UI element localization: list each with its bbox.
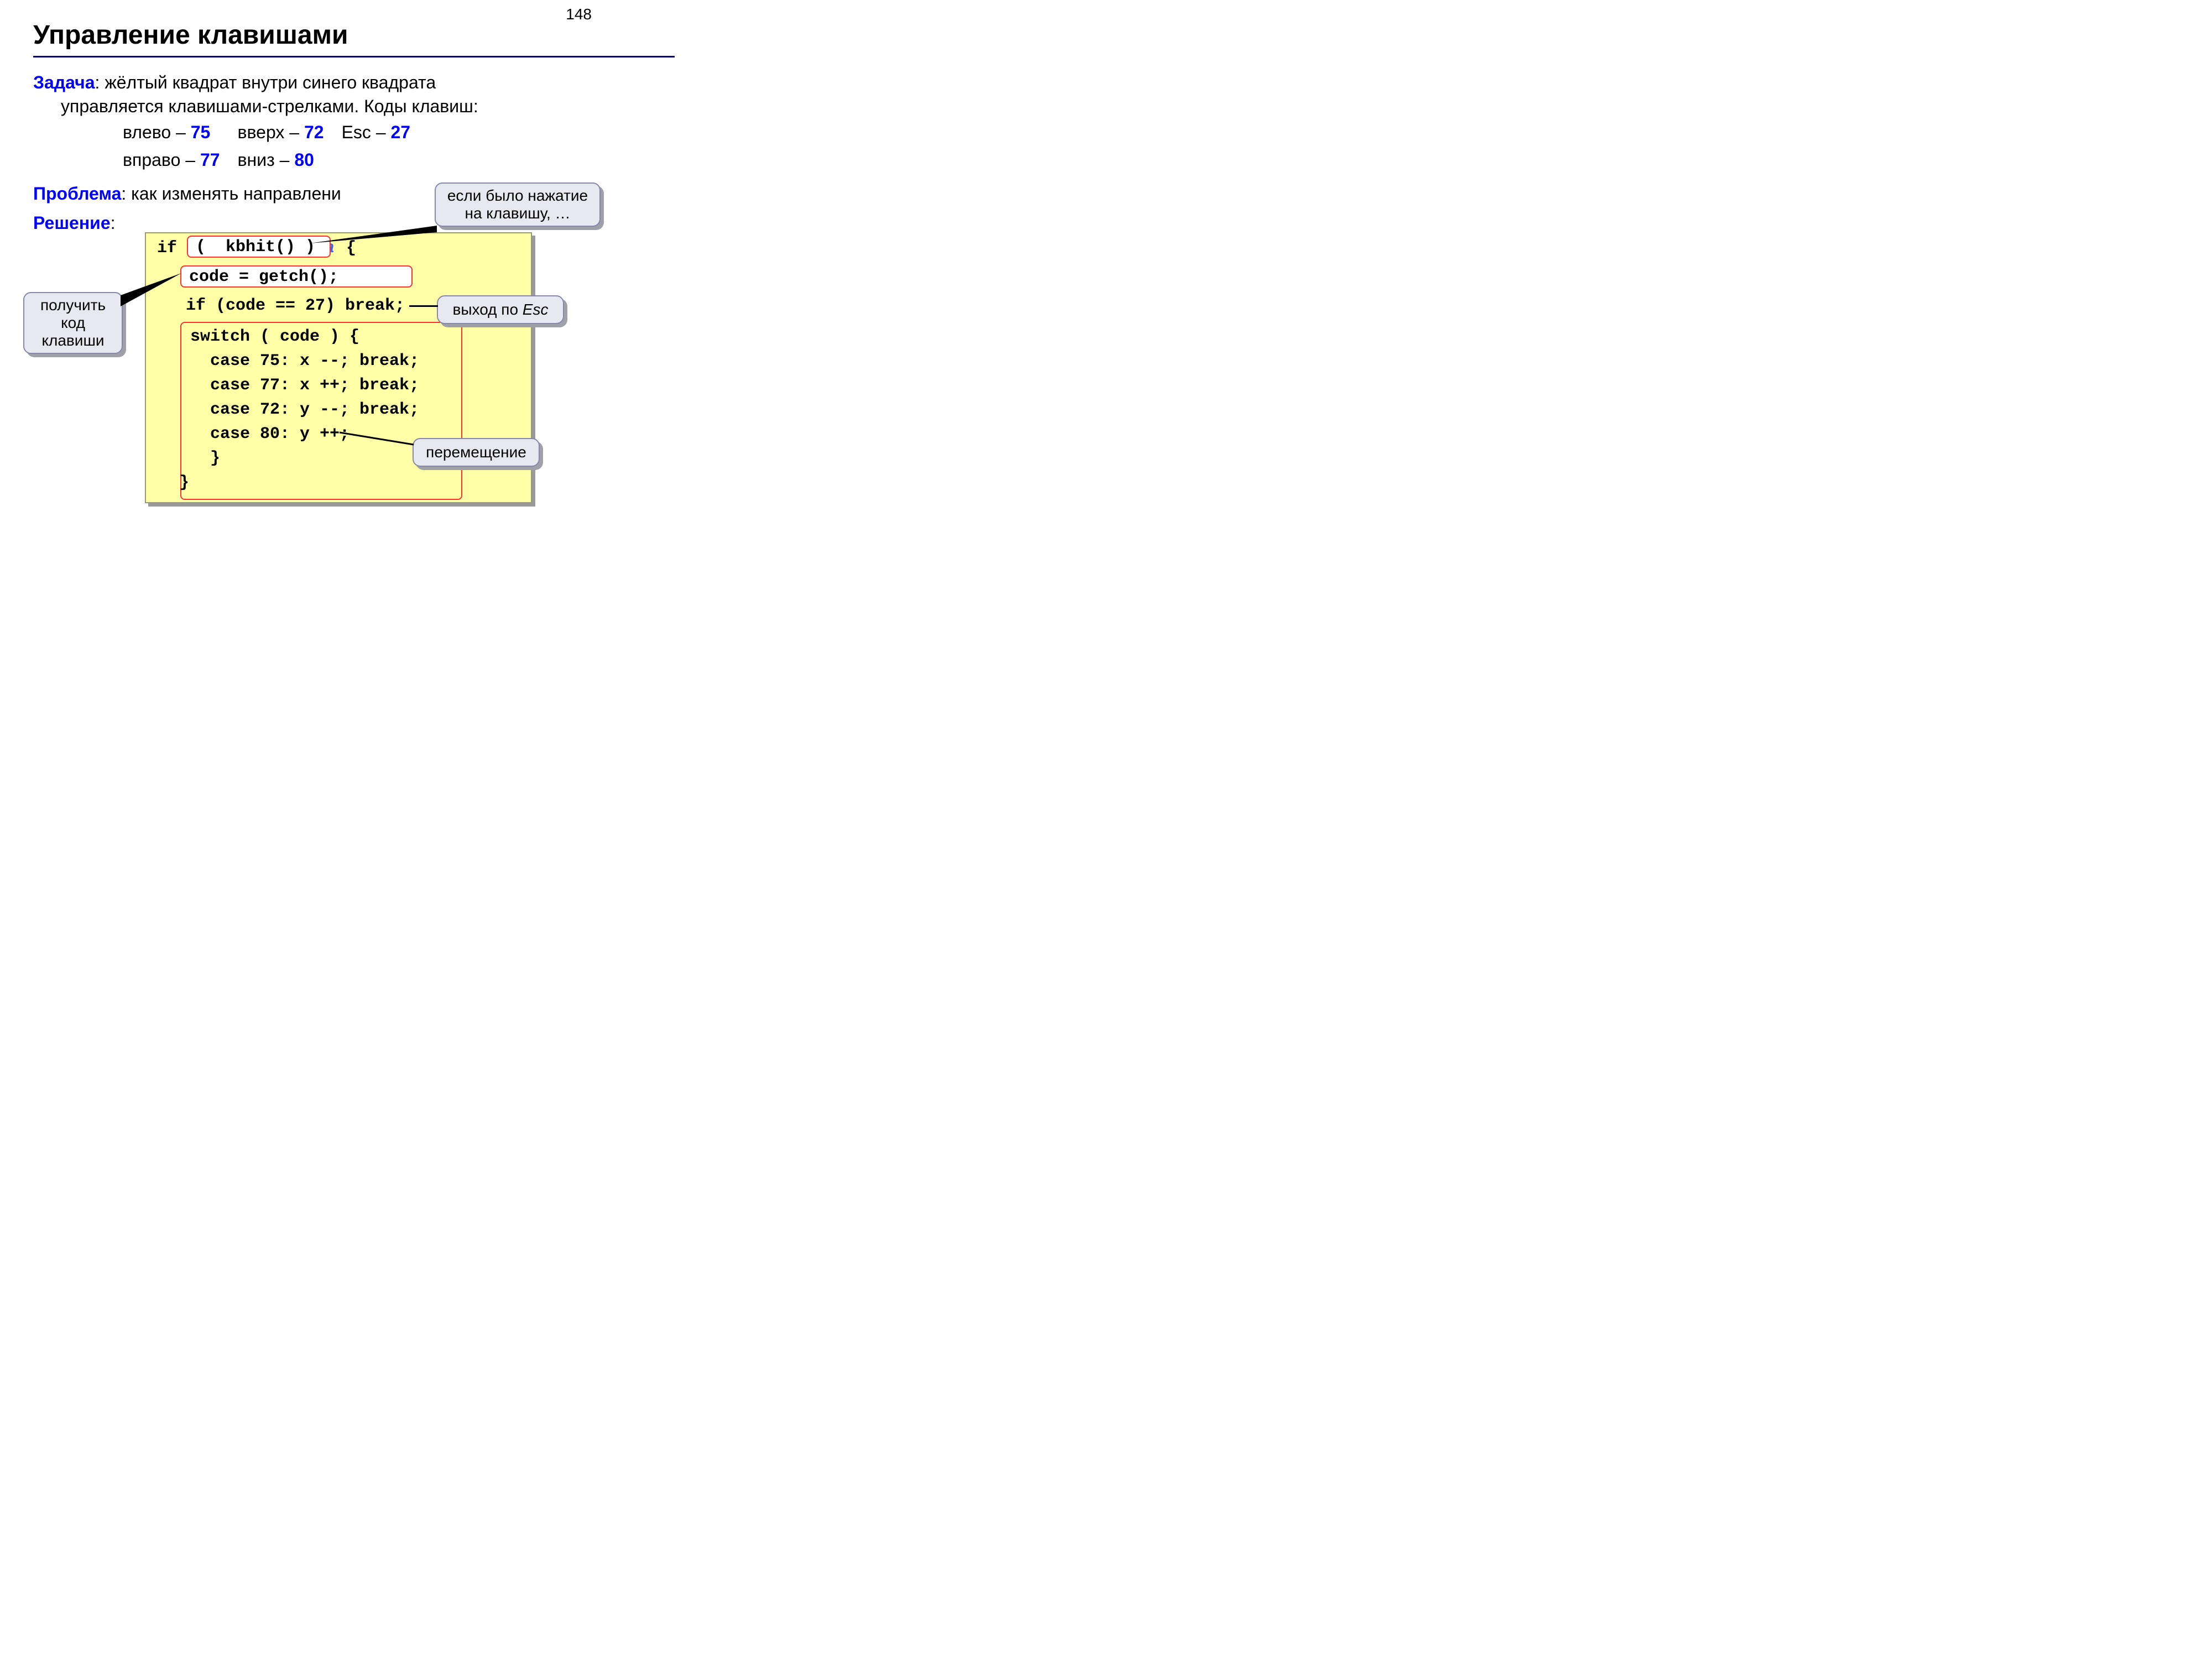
problem-label: Проблема (33, 184, 121, 204)
task-text-1: : жёлтый квадрат внутри синего квадрата (95, 72, 436, 92)
keycodes-table: влево – 75 вверх – 72 Esc – 27 вправо – … (33, 118, 428, 174)
code-if-cond-box: ( kbhit() ) (187, 236, 331, 258)
keycode-up: вверх – 72 (238, 119, 341, 145)
keycode-left: влево – 75 (123, 119, 237, 145)
code-case-72: case 72: y --; break; (190, 400, 419, 419)
code-if-kw: if (157, 239, 187, 258)
callout-move: перемещение (413, 438, 540, 467)
callout-getch-line1: получить (34, 296, 112, 314)
task-text-2: управляется клавишами-стрелками. Коды кл… (33, 95, 675, 118)
solution-label: Решение (33, 213, 111, 233)
callout-esc-pre: выход по (453, 301, 523, 318)
callout-esc-italic: Esc (523, 301, 549, 318)
code-switch-close-inner: } (190, 449, 220, 468)
task-line-1: Задача: жёлтый квадрат внутри синего ква… (33, 71, 675, 95)
code-getch-box: code = getch(); (180, 265, 413, 288)
callout-kbhit: если было нажатие на клавишу, … (435, 182, 601, 227)
solution-colon: : (111, 213, 116, 233)
callout-getch-line3: клавиши (34, 332, 112, 349)
code-case-77: case 77: x ++; break; (190, 376, 419, 395)
code-if-cond: ( kbhit() ) (188, 237, 330, 258)
pointer-getch (121, 273, 187, 312)
page-number: 148 (566, 6, 592, 23)
keycode-down: вниз – 80 (238, 147, 341, 173)
code-case-80: case 80: y ++; (190, 425, 349, 444)
code-switch-close-outer: } (179, 473, 189, 492)
keycode-right: вправо – 77 (123, 147, 237, 173)
code-switch-open: switch ( code ) { (190, 327, 359, 346)
problem-text: : как изменять направлени (121, 184, 341, 204)
code-break-line: if (code == 27) break; (186, 296, 405, 315)
keycode-esc: Esc – 27 (342, 119, 427, 145)
callout-esc: выход по Esc (437, 295, 564, 324)
task-label: Задача (33, 72, 95, 92)
callout-kbhit-line1: если было нажатие (446, 187, 589, 205)
pointer-move (340, 432, 417, 449)
connector-esc (409, 305, 438, 307)
callout-move-text: перемещение (426, 444, 526, 461)
callout-getch: получить код клавиши (23, 292, 123, 354)
code-getch: code = getch(); (181, 267, 411, 288)
pointer-kbhit (310, 226, 442, 248)
code-case-75: case 75: x --; break; (190, 352, 419, 371)
callout-getch-line2: код (34, 314, 112, 332)
slide: 148 Управление клавишами Задача: жёлтый … (0, 0, 708, 531)
callout-kbhit-line2: на клавишу, … (446, 205, 589, 222)
